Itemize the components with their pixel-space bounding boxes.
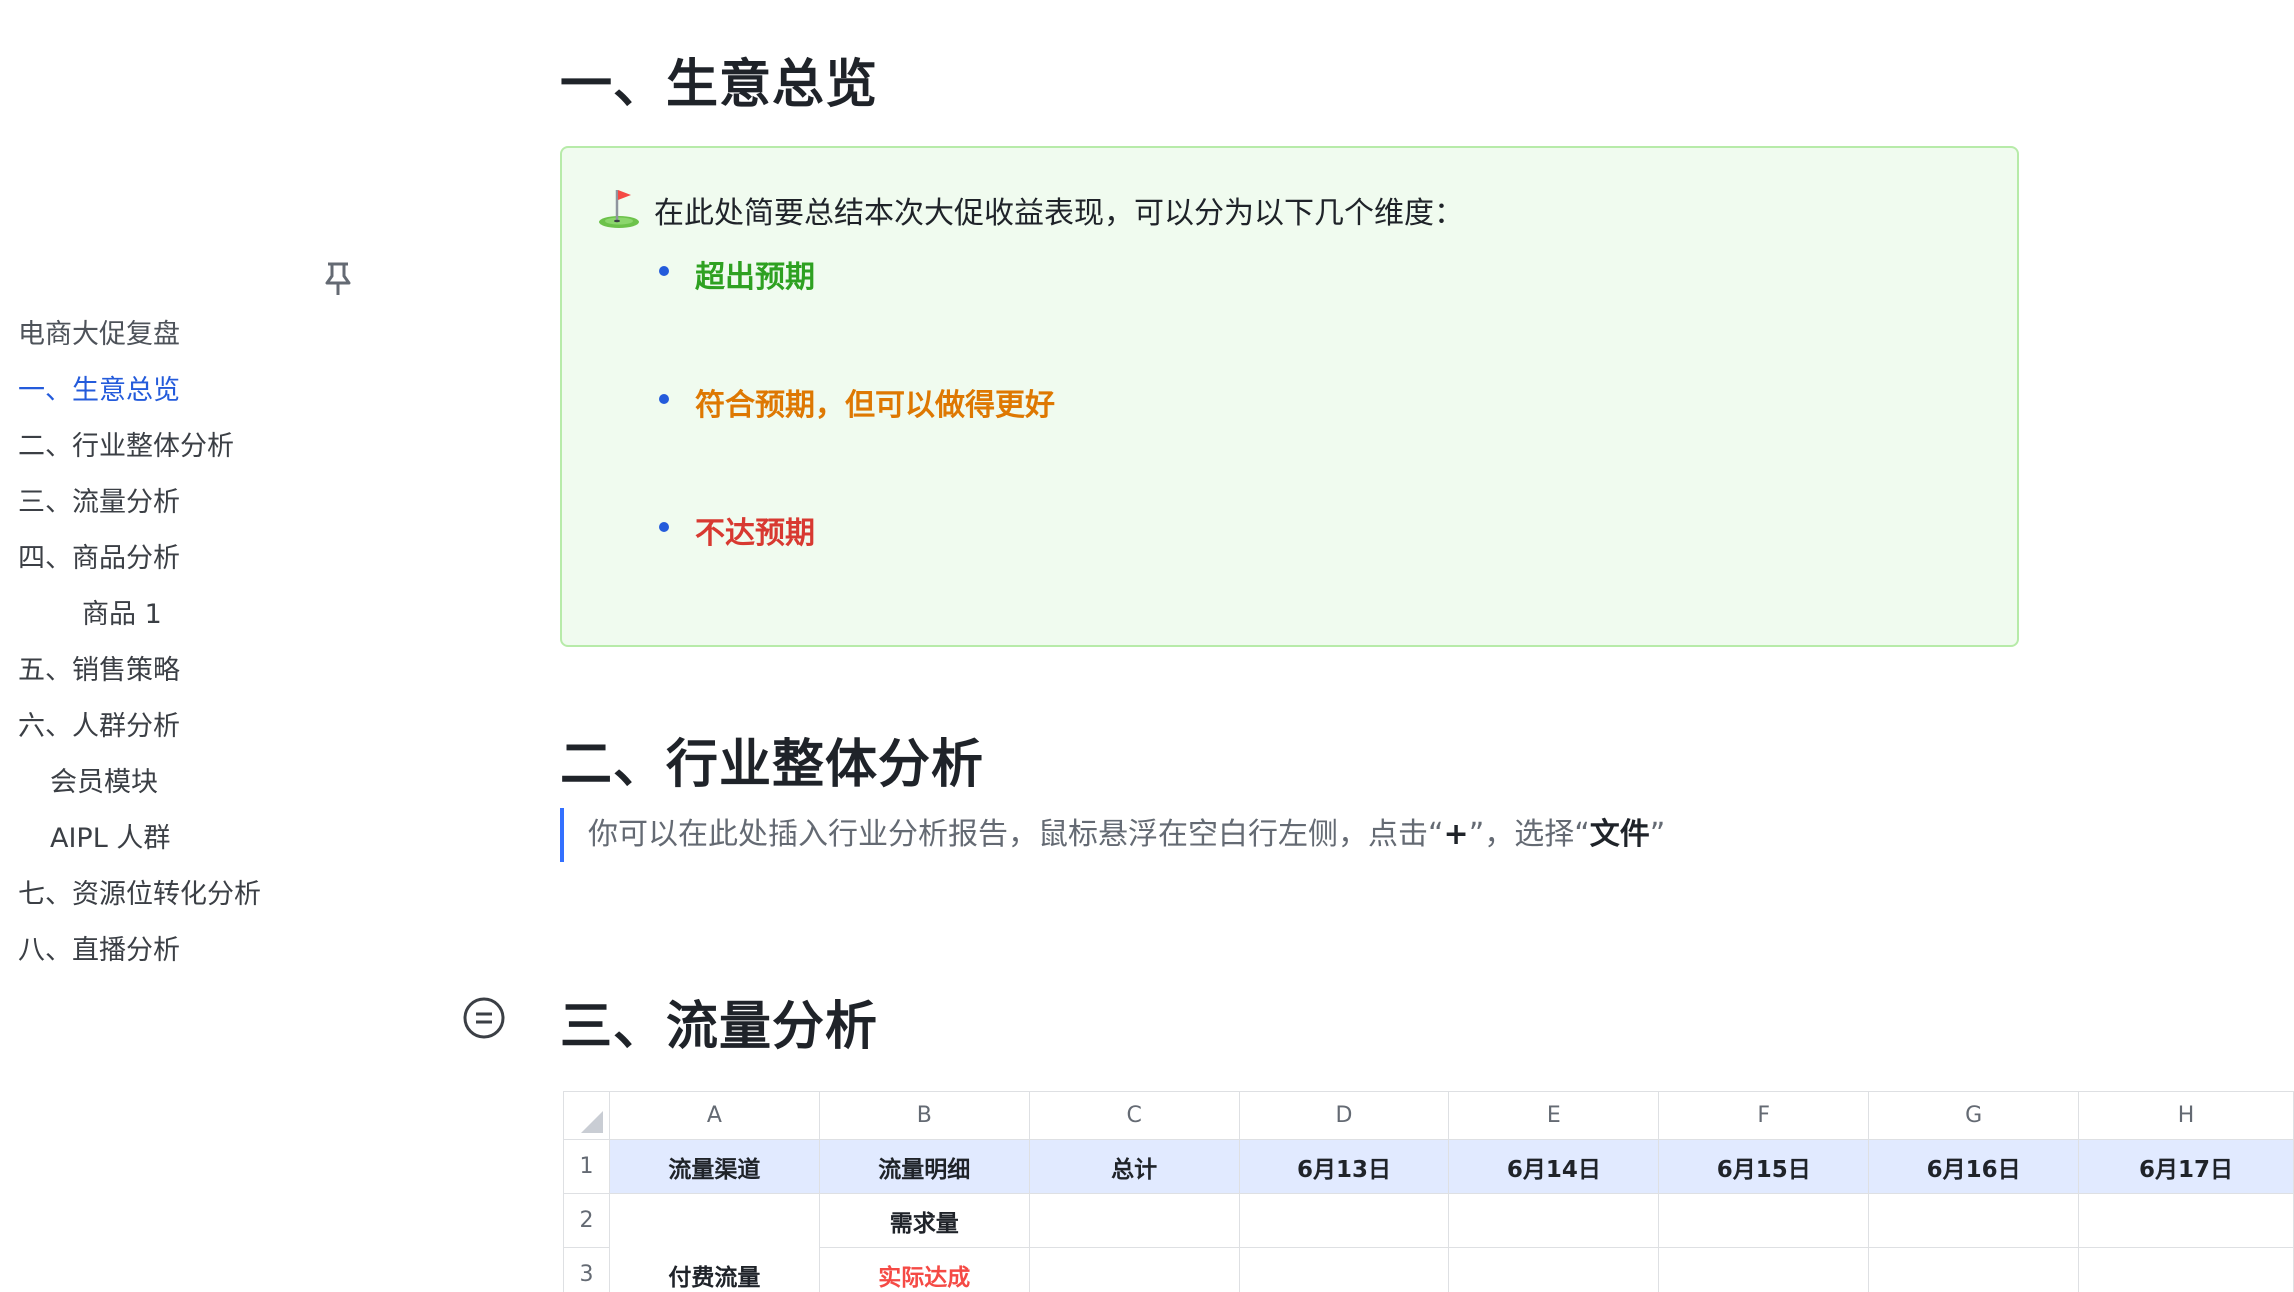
cell-a3[interactable]: 付费流量 (608, 1247, 820, 1292)
column-header-b[interactable]: B (818, 1091, 1030, 1140)
cell-f1[interactable]: 6月15日 (1658, 1139, 1870, 1194)
outline-item-s3[interactable]: 三、流量分析 (18, 480, 180, 519)
golf-flag-icon (599, 190, 639, 228)
cell-c3[interactable] (1028, 1247, 1240, 1292)
cell-a2[interactable] (608, 1193, 820, 1248)
cell-d2[interactable] (1238, 1193, 1450, 1248)
cell-h1[interactable]: 6月17日 (2078, 1139, 2294, 1194)
cell-a1[interactable]: 流量渠道 (608, 1139, 820, 1194)
outline-item-product-1[interactable]: 商品 1 (82, 592, 162, 631)
cell-d1[interactable]: 6月13日 (1238, 1139, 1450, 1194)
cell-d3[interactable] (1238, 1247, 1450, 1292)
quote-text-post: ” (1649, 817, 1666, 852)
section-heading-2: 二、行业整体分析 (560, 735, 985, 795)
bullet-dot (659, 394, 669, 404)
cell-c1[interactable]: 总计 (1028, 1139, 1240, 1194)
column-header-a[interactable]: A (608, 1091, 820, 1140)
outline-item-s2[interactable]: 二、行业整体分析 (18, 424, 234, 463)
pin-icon[interactable] (318, 258, 358, 298)
quote-block[interactable]: 你可以在此处插入行业分析报告，鼠标悬浮在空白行左侧，点击“+”，选择“文件” (560, 808, 1665, 862)
outline-item-s6[interactable]: 六、人群分析 (18, 704, 180, 743)
bullet-dot (659, 522, 669, 532)
bullet-label-exceed: 超出预期 (695, 260, 815, 295)
quote-text-pre: 你可以在此处插入行业分析报告，鼠标悬浮在空白行左侧，点击“ (588, 817, 1444, 852)
bullet-dot (659, 266, 669, 276)
cell-e1[interactable]: 6月14日 (1448, 1139, 1660, 1194)
cell-e3[interactable] (1448, 1247, 1660, 1292)
cell-f2[interactable] (1658, 1193, 1870, 1248)
outline-item-s4[interactable]: 四、商品分析 (18, 536, 180, 575)
outline-item-s5[interactable]: 五、销售策略 (18, 648, 180, 687)
callout-block[interactable]: 在此处简要总结本次大促收益表现，可以分为以下几个维度： 超出预期 符合预期，但可… (560, 146, 2019, 647)
cell-b3[interactable]: 实际达成 (818, 1247, 1030, 1292)
cell-g2[interactable] (1868, 1193, 2080, 1248)
cell-h3[interactable] (2078, 1247, 2294, 1292)
bullet-label-meet: 符合预期，但可以做得更好 (695, 388, 1055, 423)
outline-item-s8[interactable]: 八、直播分析 (18, 928, 180, 967)
outline-item-s1[interactable]: 一、生意总览 (18, 368, 180, 407)
section-heading-1: 一、生意总览 (560, 55, 879, 115)
column-header-g[interactable]: G (1868, 1091, 2080, 1140)
column-header-d[interactable]: D (1238, 1091, 1450, 1140)
row-header-1[interactable]: 1 (563, 1139, 610, 1194)
cell-e2[interactable] (1448, 1193, 1660, 1248)
section-heading-3: 三、流量分析 (560, 997, 879, 1057)
cell-f3[interactable] (1658, 1247, 1870, 1292)
bullet-label-below: 不达预期 (695, 516, 815, 551)
quote-file: 文件 (1589, 817, 1650, 852)
column-header-f[interactable]: F (1658, 1091, 1870, 1140)
select-all-corner[interactable] (563, 1091, 610, 1140)
column-header-h[interactable]: H (2078, 1091, 2294, 1140)
outline-item-member[interactable]: 会员模块 (50, 760, 158, 799)
cell-b2[interactable]: 需求量 (818, 1193, 1030, 1248)
quote-text-mid: ”，选择“ (1468, 817, 1590, 852)
embedded-sheet[interactable]: A B C D E F G H 1 流量渠道 流量明细 总计 6月13日 6月1… (563, 1091, 2294, 1292)
cell-h2[interactable] (2078, 1193, 2294, 1248)
quote-plus: + (1443, 817, 1469, 852)
collapse-heading-icon[interactable] (462, 996, 506, 1040)
cell-b1[interactable]: 流量明细 (818, 1139, 1030, 1194)
row-header-3[interactable]: 3 (563, 1247, 610, 1292)
row-header-2[interactable]: 2 (563, 1193, 610, 1248)
column-header-e[interactable]: E (1448, 1091, 1660, 1140)
cell-g3[interactable] (1868, 1247, 2080, 1292)
sheet-grid: A B C D E F G H 1 流量渠道 流量明细 总计 6月13日 6月1… (563, 1091, 2294, 1292)
column-header-c[interactable]: C (1028, 1091, 1240, 1140)
outline-item-s7[interactable]: 七、资源位转化分析 (18, 872, 261, 911)
outline-item-doc-title[interactable]: 电商大促复盘 (18, 312, 180, 351)
outline-item-aipl[interactable]: AIPL 人群 (50, 816, 170, 855)
callout-text: 在此处简要总结本次大促收益表现，可以分为以下几个维度： (654, 196, 1464, 231)
cell-g1[interactable]: 6月16日 (1868, 1139, 2080, 1194)
cell-c2[interactable] (1028, 1193, 1240, 1248)
